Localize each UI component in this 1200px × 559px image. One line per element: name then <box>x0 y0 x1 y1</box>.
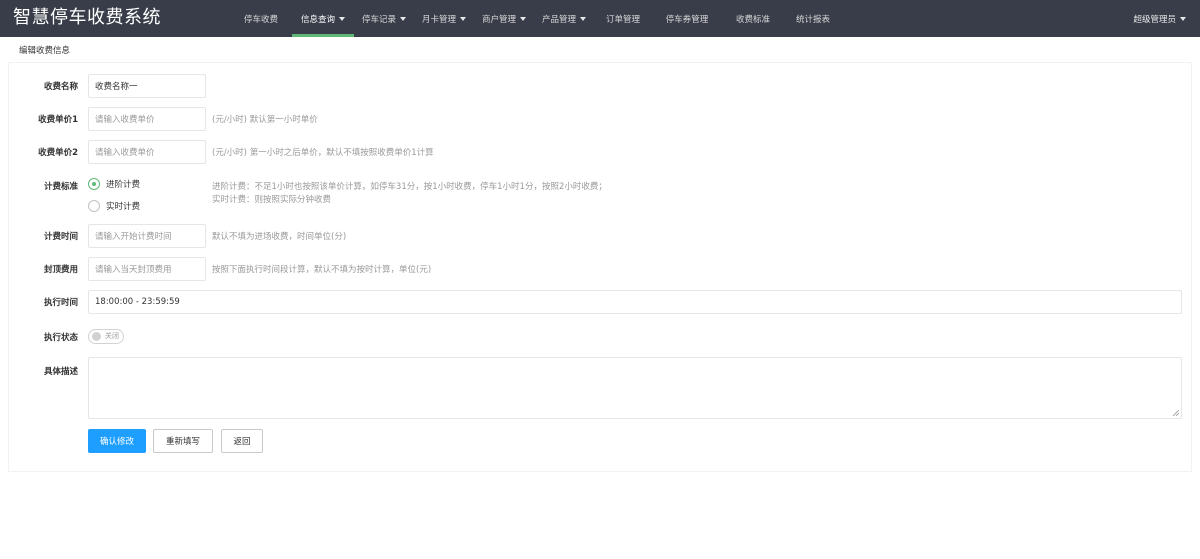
caret-down-icon <box>339 16 345 21</box>
field-label: 计费时间 <box>43 232 78 242</box>
exec-status-switch[interactable]: 关闭 <box>88 329 124 344</box>
user-menu[interactable]: 超级管理员 <box>1133 0 1186 37</box>
nav-item-parking-records[interactable]: 停车记录 <box>354 0 414 37</box>
field-label: 执行状态 <box>43 333 78 343</box>
caret-down-icon <box>580 16 586 21</box>
radio-unchecked-icon <box>88 200 100 212</box>
field-label: 收费名称 <box>43 82 78 92</box>
nav-label: 停车记录 <box>361 14 396 25</box>
nav-label: 停车券管理 <box>665 14 709 25</box>
fee-name-input[interactable]: 收费名称一 <box>88 74 206 98</box>
field-label: 计费标准 <box>43 182 78 192</box>
radio-realtime[interactable]: 实时计费 <box>88 200 140 212</box>
billing-hint-progressive: 进阶计费：不足1小时也按照该单价计算，如停车31分，按1小时收费，停车1小时1分… <box>212 182 607 192</box>
description-textarea[interactable] <box>88 357 1182 419</box>
app-title: 智慧停车收费系统 <box>13 7 161 28</box>
cap-fee-input[interactable]: 请输入当天封顶费用 <box>88 257 206 281</box>
field-label: 收费单价1 <box>38 115 78 125</box>
nav-label: 月卡管理 <box>421 14 456 25</box>
switch-knob <box>92 332 101 341</box>
radio-progressive[interactable]: 进阶计费 <box>88 178 140 190</box>
back-button[interactable]: 返回 <box>221 429 263 453</box>
nav-item-coupons[interactable]: 停车券管理 <box>652 0 722 37</box>
field-label: 执行时间 <box>43 298 78 308</box>
field-label: 收费单价2 <box>38 148 78 158</box>
price2-hint: (元/小时) 第一小时之后单价，默认不填按照收费单价1计算 <box>212 148 434 158</box>
nav-label: 产品管理 <box>541 14 576 25</box>
billing-hint-realtime: 实时计费：则按照实际分钟收费 <box>212 195 332 205</box>
start-time-hint: 默认不填为进场收费，时间单位(分) <box>212 232 347 242</box>
confirm-button[interactable]: 确认修改 <box>88 429 146 453</box>
radio-checked-icon <box>88 178 100 190</box>
caret-down-icon <box>520 16 526 21</box>
page-title: 编辑收费信息 <box>19 46 71 56</box>
nav-item-reports[interactable]: 统计报表 <box>784 0 842 37</box>
caret-down-icon <box>400 16 406 21</box>
nav-item-parking-charge[interactable]: 停车收费 <box>230 0 292 37</box>
nav-item-monthly-card[interactable]: 月卡管理 <box>414 0 474 37</box>
nav-item-merchant[interactable]: 商户管理 <box>474 0 534 37</box>
nav-label: 统计报表 <box>795 14 830 25</box>
nav-item-info-query[interactable]: 信息查询 <box>292 0 354 37</box>
nav-label: 收费标准 <box>735 14 770 25</box>
nav-label: 信息查询 <box>300 14 335 25</box>
nav-label: 商户管理 <box>481 14 516 25</box>
nav-label: 订单管理 <box>605 14 640 25</box>
field-label: 封顶费用 <box>43 265 78 275</box>
radio-label: 进阶计费 <box>106 180 141 190</box>
user-name: 超级管理员 <box>1133 14 1176 25</box>
start-time-input[interactable]: 请输入开始计费时间 <box>88 224 206 248</box>
resize-handle-icon[interactable] <box>1173 410 1179 416</box>
main-nav: 停车收费 信息查询 停车记录 月卡管理 商户管理 产品管理 订单管理 停车券管理… <box>230 0 842 37</box>
cap-fee-hint: 按照下面执行时间段计算，默认不填为按时计算，单位(元) <box>212 265 432 275</box>
nav-item-fee-standard[interactable]: 收费标准 <box>722 0 784 37</box>
nav-item-product[interactable]: 产品管理 <box>534 0 594 37</box>
price1-input[interactable]: 请输入收费单价 <box>88 107 206 131</box>
exec-time-input[interactable]: 18:00:00 - 23:59:59 <box>88 290 1182 314</box>
price2-input[interactable]: 请输入收费单价 <box>88 140 206 164</box>
reset-button[interactable]: 重新填写 <box>153 429 213 453</box>
caret-down-icon <box>460 16 466 21</box>
price1-hint: (元/小时) 默认第一小时单价 <box>212 115 318 125</box>
caret-down-icon <box>1180 16 1186 21</box>
radio-label: 实时计费 <box>106 202 141 212</box>
nav-item-orders[interactable]: 订单管理 <box>594 0 652 37</box>
top-header: 智慧停车收费系统 停车收费 信息查询 停车记录 月卡管理 商户管理 产品管理 订… <box>0 0 1200 37</box>
switch-text: 关闭 <box>105 332 119 340</box>
nav-label: 停车收费 <box>243 14 278 25</box>
field-label: 具体描述 <box>43 367 78 377</box>
